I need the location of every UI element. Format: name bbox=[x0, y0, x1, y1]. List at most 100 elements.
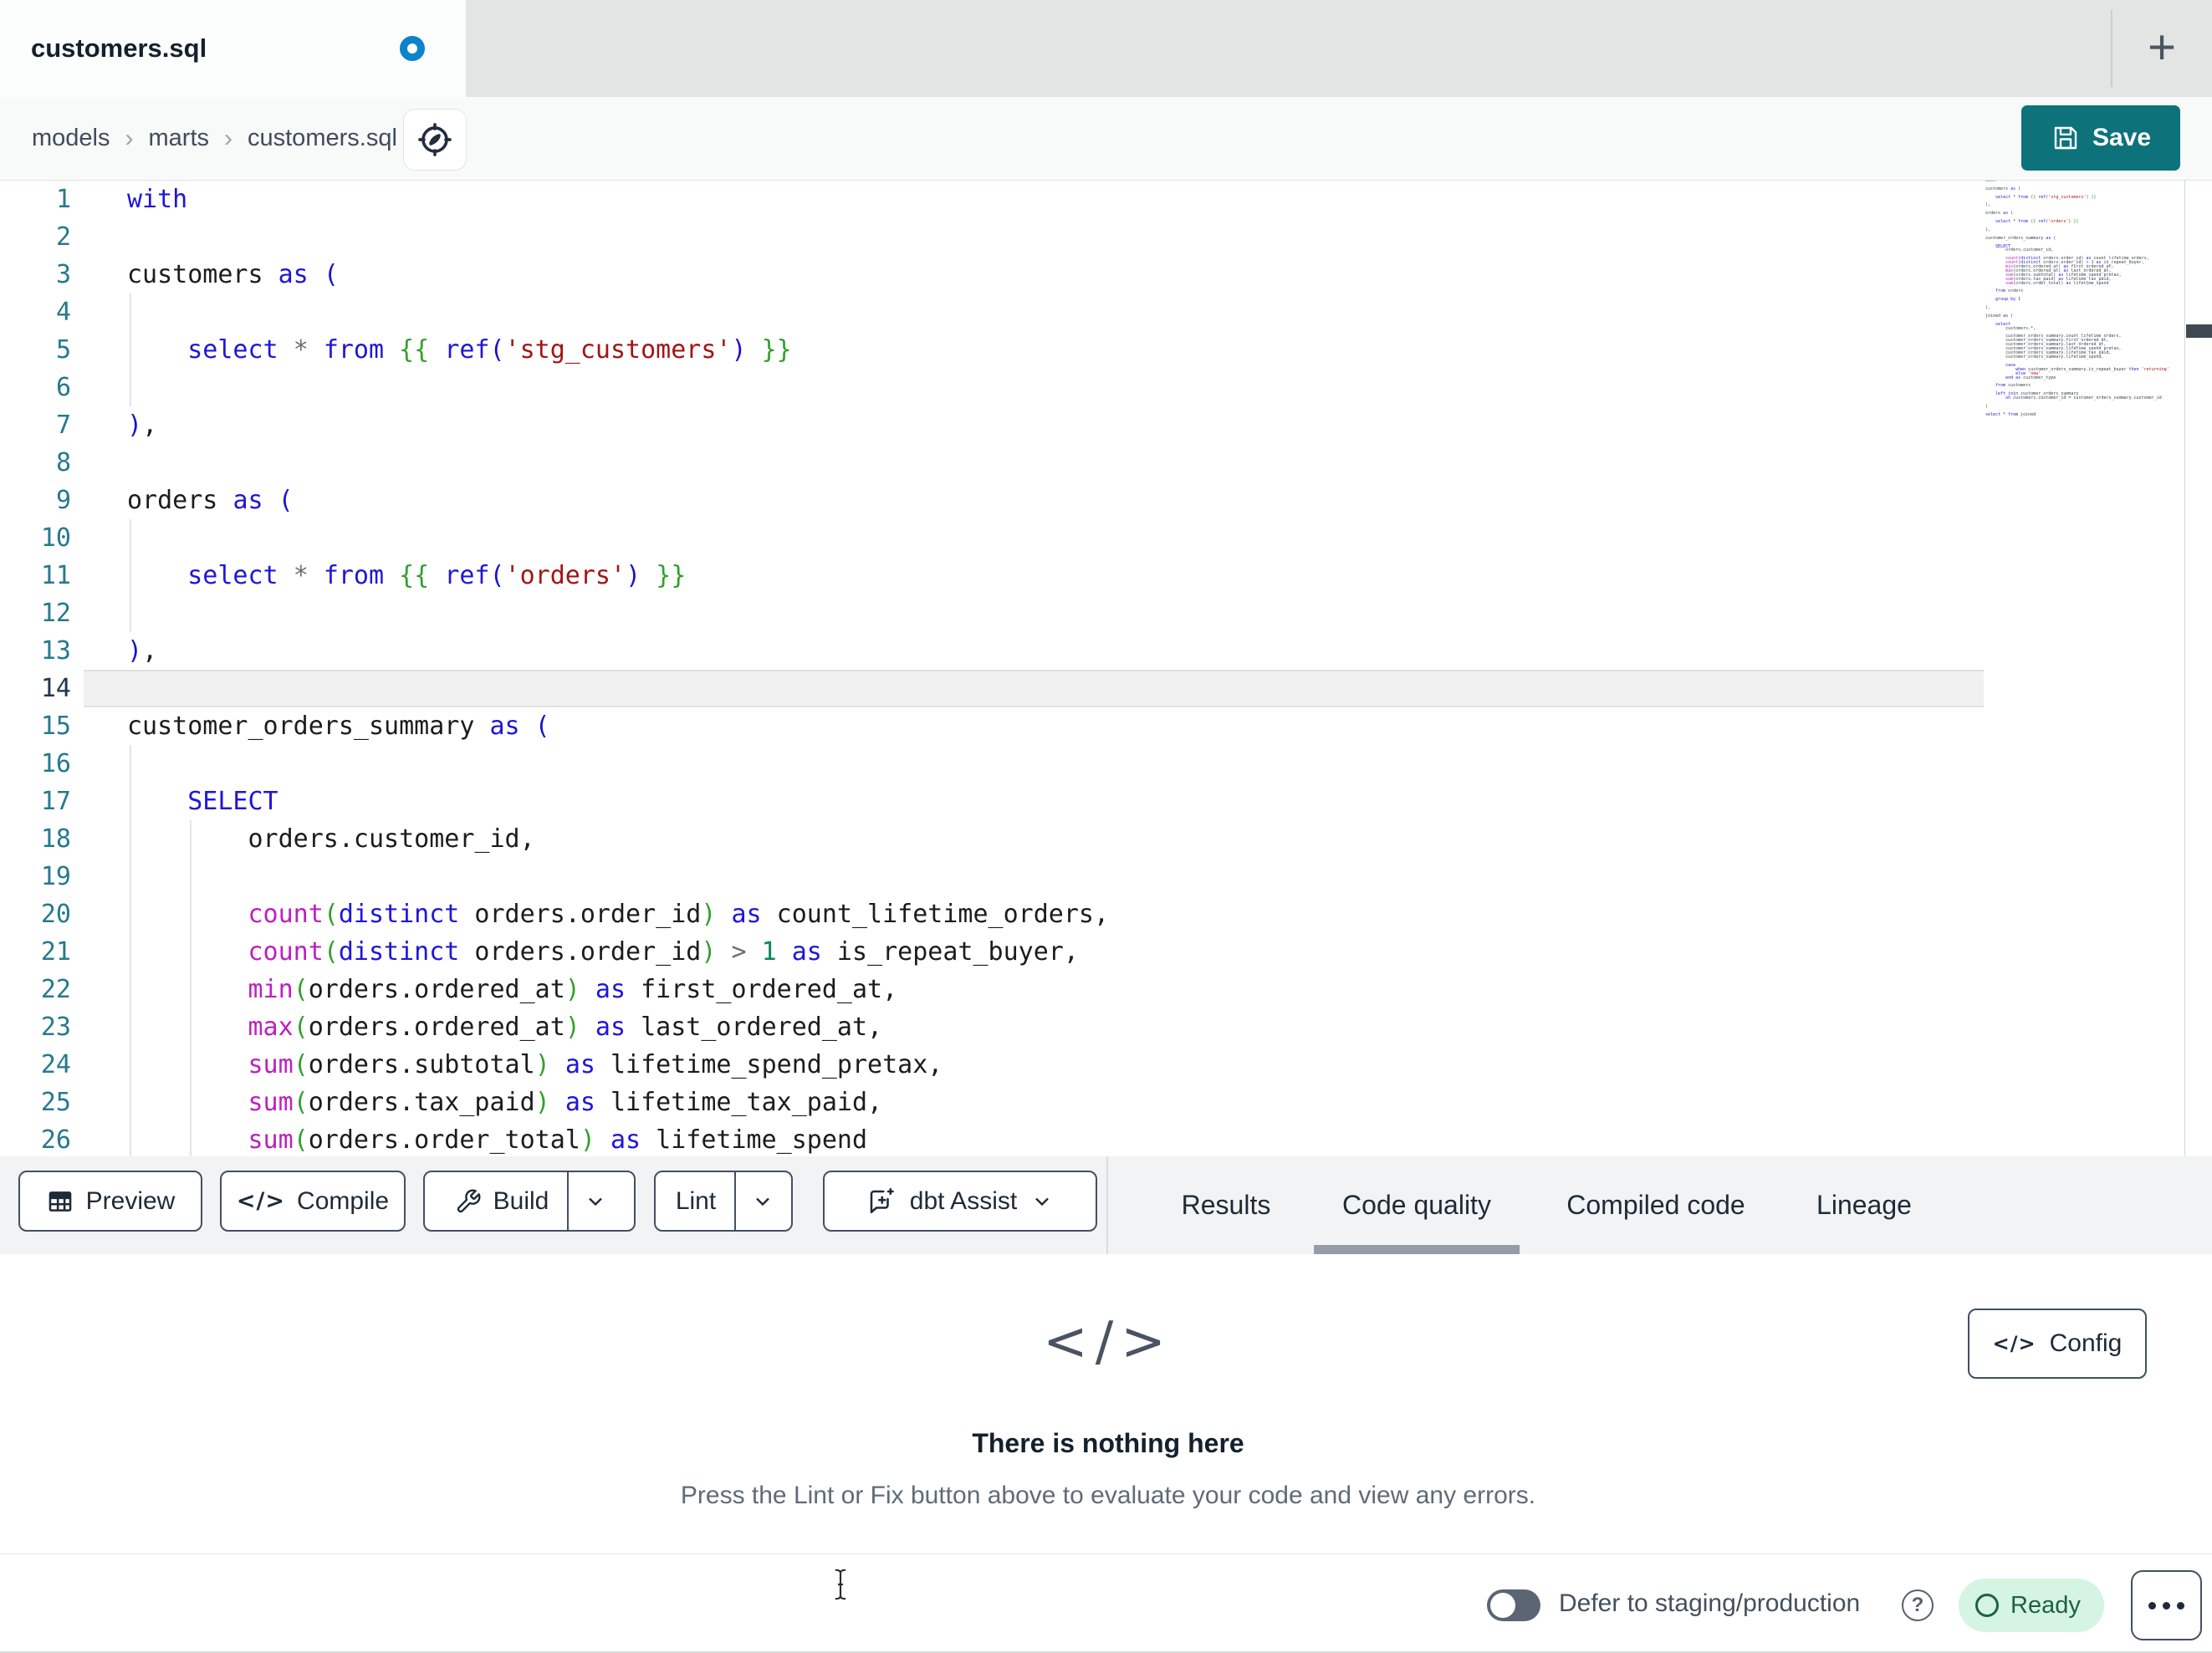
assist-sparkle-icon bbox=[870, 1187, 894, 1213]
line-number: 24 bbox=[40, 1050, 71, 1079]
code-line-content bbox=[92, 745, 127, 783]
line-number: 5 bbox=[55, 335, 71, 365]
compass-icon-button[interactable] bbox=[403, 109, 467, 171]
code-line-content: customers as ( bbox=[127, 260, 339, 289]
code-line[interactable]: 18 orders.customer_id, bbox=[0, 820, 2212, 858]
code-lines: 1 with 2 3 customers as ( 4 5 select * from {{… bbox=[0, 181, 2212, 1156]
code-editor[interactable]: 1 with 2 3 customers as ( 4 5 select * from {{… bbox=[0, 181, 2212, 1156]
minimap-code: with customers as ( select * from {{ ref… bbox=[1985, 181, 2169, 417]
editor-scrollbar[interactable] bbox=[2184, 181, 2212, 1156]
ready-label: Ready bbox=[2010, 1591, 2081, 1619]
code-line[interactable]: 7), bbox=[0, 406, 2212, 444]
code-line-content: ), bbox=[127, 411, 158, 440]
code-line[interactable]: 10 bbox=[0, 519, 2212, 557]
code-line[interactable]: 12 bbox=[0, 594, 2212, 632]
minimap[interactable]: with customers as ( select * from {{ ref… bbox=[1985, 181, 2184, 580]
text-cursor-pointer bbox=[835, 1569, 846, 1600]
build-button[interactable]: Build bbox=[437, 1172, 568, 1230]
config-button[interactable]: </> Config bbox=[1968, 1309, 2147, 1379]
breadcrumb-bar: models › marts › customers.sql Save bbox=[0, 97, 2212, 181]
more-options-button[interactable] bbox=[2131, 1570, 2202, 1640]
line-number: 17 bbox=[40, 787, 71, 816]
build-dropdown-button[interactable] bbox=[567, 1172, 622, 1230]
lint-dropdown-button[interactable] bbox=[734, 1172, 789, 1230]
new-tab-button[interactable]: + bbox=[2126, 0, 2198, 94]
code-line[interactable]: 24 sum(orders.subtotal) as lifetime_spen… bbox=[0, 1046, 2212, 1084]
chevron-down-icon bbox=[756, 1197, 770, 1206]
lint-button[interactable]: Lint bbox=[657, 1172, 734, 1230]
preview-button[interactable]: Preview bbox=[18, 1171, 202, 1232]
defer-toggle[interactable] bbox=[1487, 1589, 1540, 1621]
breadcrumb-separator-icon: › bbox=[224, 124, 232, 152]
toggle-knob bbox=[1490, 1593, 1515, 1618]
code-line-content: with bbox=[127, 185, 188, 214]
compile-button-label: Compile bbox=[297, 1186, 390, 1215]
dbt-assist-button[interactable]: dbt Assist bbox=[823, 1171, 1097, 1232]
breadcrumb-item-marts: marts bbox=[148, 125, 210, 151]
code-line[interactable]: 14 bbox=[0, 670, 2212, 707]
line-number: 20 bbox=[40, 900, 71, 929]
line-number: 11 bbox=[40, 561, 71, 590]
breadcrumb-item-file: customers.sql bbox=[248, 125, 397, 151]
code-line[interactable]: 1 with bbox=[0, 181, 2212, 218]
compile-button[interactable]: </> Compile bbox=[220, 1171, 406, 1232]
code-line[interactable]: 19 bbox=[0, 858, 2212, 895]
code-line-content: select * from {{ ref('stg_customers') }} bbox=[187, 335, 792, 365]
code-line[interactable]: 23 max(orders.ordered_at) as last_ordere… bbox=[0, 1008, 2212, 1046]
code-line[interactable]: 8 bbox=[0, 444, 2212, 482]
code-line[interactable]: 13), bbox=[0, 632, 2212, 670]
tab-code-quality[interactable]: Code quality bbox=[1314, 1156, 1520, 1254]
save-button[interactable]: Save bbox=[2021, 105, 2180, 171]
empty-state-title: There is nothing here bbox=[972, 1428, 1244, 1458]
toolbar-divider bbox=[1106, 1156, 1108, 1254]
tab-bar: customers.sql + bbox=[0, 0, 2212, 97]
code-line[interactable]: 3 customers as ( bbox=[0, 256, 2212, 293]
save-button-label: Save bbox=[2092, 124, 2152, 151]
code-line[interactable]: 11 select * from {{ ref('orders') }} bbox=[0, 557, 2212, 594]
file-tab[interactable]: customers.sql bbox=[0, 0, 466, 97]
preview-button-label: Preview bbox=[85, 1186, 176, 1215]
build-button-group: Build bbox=[423, 1171, 636, 1232]
wrench-icon bbox=[457, 1189, 481, 1212]
line-number: 21 bbox=[40, 937, 71, 967]
code-line-content: min(orders.ordered_at) as first_ordered_… bbox=[248, 975, 898, 1004]
code-line-content bbox=[92, 369, 127, 406]
line-number: 13 bbox=[40, 636, 71, 666]
question-circle-icon[interactable]: ? bbox=[1902, 1589, 1934, 1621]
breadcrumb: models › marts › customers.sql bbox=[32, 97, 397, 180]
line-number: 10 bbox=[40, 523, 71, 553]
tab-code-quality-label: Code quality bbox=[1342, 1190, 1491, 1220]
code-line[interactable]: 4 bbox=[0, 293, 2212, 331]
chevron-down-icon bbox=[589, 1197, 603, 1206]
code-line-content bbox=[92, 519, 127, 557]
code-line[interactable]: 21 count(distinct orders.order_id) > 1 a… bbox=[0, 933, 2212, 971]
tab-lineage-label: Lineage bbox=[1816, 1190, 1912, 1220]
code-line[interactable]: 15 customer_orders_summary as ( bbox=[0, 707, 2212, 745]
code-line[interactable]: 6 bbox=[0, 369, 2212, 406]
code-line-content: count(distinct orders.order_id) as count… bbox=[248, 900, 1110, 929]
status-bar: Defer to staging/production ? Ready bbox=[0, 1554, 2212, 1653]
tab-strip-divider bbox=[2111, 10, 2112, 87]
code-line[interactable]: 22 min(orders.ordered_at) as first_order… bbox=[0, 971, 2212, 1008]
dbt-assist-button-label: dbt Assist bbox=[909, 1186, 1018, 1215]
code-line[interactable]: 2 bbox=[0, 218, 2212, 256]
code-line[interactable]: 20 count(distinct orders.order_id) as co… bbox=[0, 895, 2212, 933]
code-line[interactable]: 9 orders as ( bbox=[0, 482, 2212, 519]
tab-results[interactable]: Results bbox=[1153, 1156, 1300, 1254]
code-line-content: count(distinct orders.order_id) > 1 as i… bbox=[248, 937, 1079, 967]
tab-lineage[interactable]: Lineage bbox=[1788, 1156, 1940, 1254]
code-icon: </> bbox=[1992, 1332, 2036, 1355]
build-button-label: Build bbox=[493, 1186, 549, 1215]
line-number: 19 bbox=[40, 862, 71, 891]
line-number: 26 bbox=[40, 1125, 71, 1155]
code-line[interactable]: 16 bbox=[0, 745, 2212, 783]
tab-compiled-code[interactable]: Compiled code bbox=[1538, 1156, 1773, 1254]
code-line[interactable]: 5 select * from {{ ref('stg_customers') … bbox=[0, 331, 2212, 369]
status-ready-badge: Ready bbox=[1959, 1579, 2104, 1632]
line-number: 4 bbox=[55, 298, 71, 327]
code-line[interactable]: 25 sum(orders.tax_paid) as lifetime_tax_… bbox=[0, 1084, 2212, 1121]
code-line[interactable]: 26 sum(orders.order_total) as lifetime_s… bbox=[0, 1121, 2212, 1156]
code-line[interactable]: 17 SELECT bbox=[0, 783, 2212, 820]
unsaved-indicator-icon bbox=[400, 36, 425, 61]
code-icon: </> bbox=[236, 1188, 286, 1214]
